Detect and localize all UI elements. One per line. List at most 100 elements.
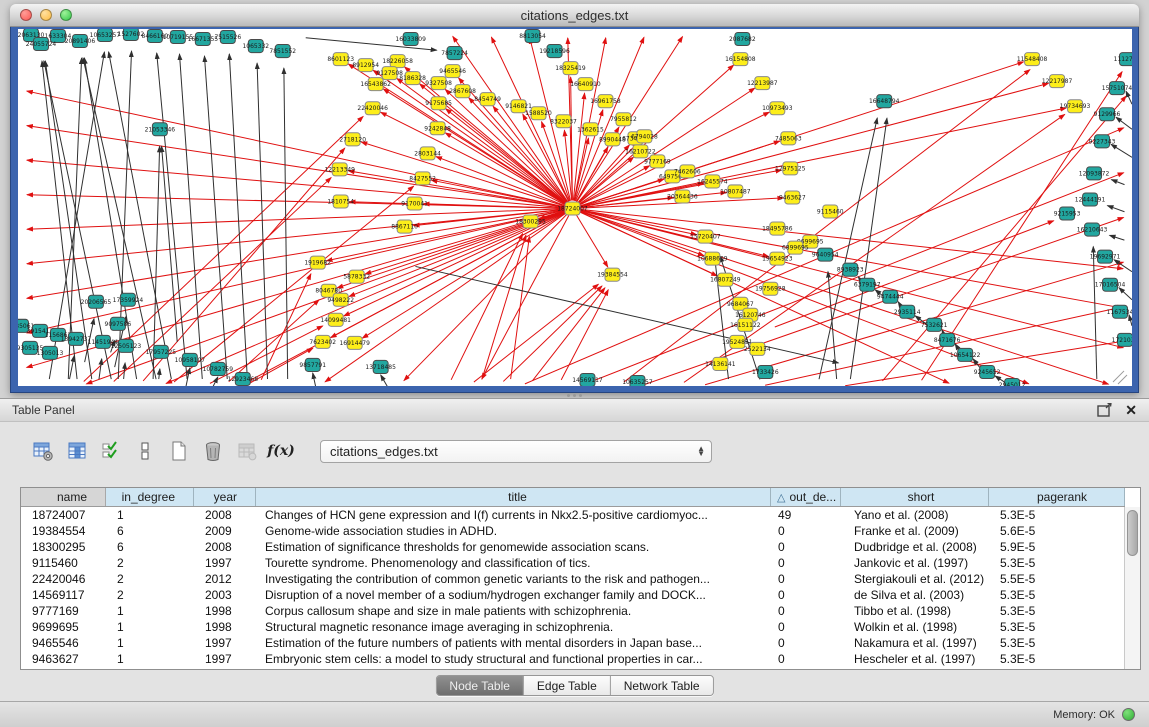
graph-node[interactable]: 8471676: [934, 333, 961, 346]
graph-node[interactable]: 10807487: [720, 185, 751, 198]
trash-icon[interactable]: [200, 438, 226, 464]
graph-node[interactable]: 16033809: [395, 33, 426, 46]
graph-node[interactable]: 20206565: [81, 295, 112, 308]
graph-node[interactable]: 18495786: [762, 222, 793, 235]
graph-node[interactable]: 9474444: [877, 290, 904, 303]
graph-node[interactable]: 12093872: [1079, 167, 1110, 180]
graph-node[interactable]: 10973493: [762, 102, 793, 115]
graph-node[interactable]: 19384554: [597, 268, 628, 281]
table-vertical-scrollbar[interactable]: [1124, 507, 1140, 669]
graph-node[interactable]: 12213349: [324, 163, 355, 176]
graph-node[interactable]: 14136141: [705, 357, 736, 370]
graph-node[interactable]: 16648794: [869, 95, 900, 108]
graph-node[interactable]: 19218596: [539, 45, 570, 58]
memory-ok-indicator[interactable]: [1122, 708, 1135, 721]
graph-node[interactable]: 16154808: [725, 53, 756, 66]
show-columns-icon[interactable]: [64, 438, 90, 464]
column-header-short[interactable]: short: [841, 488, 989, 506]
graph-node[interactable]: 2803144: [414, 147, 441, 160]
graph-node[interactable]: 21053346: [145, 123, 176, 136]
scrollbar-thumb[interactable]: [1127, 510, 1138, 556]
graph-node[interactable]: 7851552: [269, 45, 296, 58]
graph-node[interactable]: 19734693: [1060, 100, 1091, 113]
graph-node[interactable]: 12213987: [747, 77, 778, 90]
tab-node-table[interactable]: Node Table: [436, 676, 524, 695]
graph-node[interactable]: 9097586: [105, 317, 132, 330]
table-row[interactable]: 977716911998Corpus callosum shape and si…: [21, 603, 1125, 619]
graph-node[interactable]: 10654122: [950, 348, 981, 361]
graph-node[interactable]: 8867110: [391, 220, 418, 233]
graph-node[interactable]: 9777169: [644, 155, 671, 168]
graph-node[interactable]: 1527602: [118, 29, 145, 41]
graph-node[interactable]: 9215953: [1054, 207, 1081, 220]
graph-node[interactable]: 12444191: [1075, 193, 1106, 206]
window-titlebar[interactable]: citations_edges.txt: [10, 4, 1139, 27]
graph-node[interactable]: 1721035: [1112, 333, 1132, 346]
graph-node[interactable]: 8601123: [327, 53, 354, 66]
graph-node[interactable]: 9857791: [299, 358, 326, 371]
table-row[interactable]: 1456911722003Disruption of a novel membe…: [21, 587, 1125, 603]
table-row[interactable]: 946554611997Estimation of the future num…: [21, 635, 1125, 651]
row-height-icon[interactable]: [132, 438, 158, 464]
graph-node[interactable]: 12975125: [775, 162, 806, 175]
table-selector-dropdown[interactable]: citations_edges.txt ▲▼: [320, 440, 712, 463]
column-header-name[interactable]: name: [21, 488, 106, 506]
graph-node[interactable]: 16245574: [697, 175, 728, 188]
column-header-title[interactable]: title: [256, 488, 771, 506]
graph-node[interactable]: 9170041: [401, 197, 428, 210]
new-document-icon[interactable]: [166, 438, 192, 464]
close-panel-icon[interactable]: ✕: [1125, 403, 1137, 417]
graph-node[interactable]: 8938923: [837, 263, 864, 276]
table-row[interactable]: 1938455462009Genome-wide association stu…: [21, 523, 1125, 539]
graph-node[interactable]: 2867608: [449, 85, 476, 98]
tab-edge-table[interactable]: Edge Table: [524, 676, 611, 695]
graph-node[interactable]: 15751074: [1102, 82, 1132, 95]
graph-node[interactable]: 9175685: [425, 97, 452, 110]
table-row[interactable]: 946362711997Embryonic stem cells: a mode…: [21, 651, 1125, 667]
network-canvas[interactable]: 2063130163330424055724208914061065325715…: [18, 29, 1132, 386]
graph-node[interactable]: 12217987: [1042, 75, 1073, 88]
tab-network-table[interactable]: Network Table: [611, 676, 713, 695]
table-row[interactable]: 2242004622012Investigating the contribut…: [21, 571, 1125, 587]
canvas-resize-grip[interactable]: [1113, 371, 1127, 384]
select-all-icon[interactable]: [98, 438, 124, 464]
graph-node[interactable]: 1167534: [1107, 305, 1132, 318]
column-header-out-degree[interactable]: △out_de...: [771, 488, 841, 506]
graph-node[interactable]: 13718485: [365, 360, 396, 373]
function-builder-icon[interactable]: f(x): [268, 438, 294, 464]
graph-node[interactable]: 19756928: [755, 282, 786, 295]
graph-node[interactable]: 2945012: [999, 378, 1026, 386]
graph-node[interactable]: 9463627: [779, 191, 806, 204]
graph-node[interactable]: 7485063: [775, 132, 802, 145]
graph-node[interactable]: 7515526: [214, 31, 241, 44]
graph-node[interactable]: 1919682: [304, 256, 331, 269]
graph-node[interactable]: 1065332: [242, 40, 269, 53]
graph-node[interactable]: 8813054: [519, 30, 546, 43]
graph-node[interactable]: 11548408: [1017, 53, 1048, 66]
column-header-in-degree[interactable]: in_degree: [106, 488, 194, 506]
graph-node[interactable]: 15720407: [690, 230, 721, 243]
graph-node[interactable]: 9242848: [424, 122, 451, 135]
graph-node[interactable]: 20364436: [667, 190, 698, 203]
table-settings-icon[interactable]: [30, 438, 56, 464]
table-row[interactable]: 1872400712008Changes of HCN gene express…: [21, 507, 1125, 523]
graph-node[interactable]: 5878332: [343, 270, 370, 283]
graph-node[interactable]: 10635257: [622, 375, 653, 386]
graph-node[interactable]: 2087682: [729, 33, 756, 46]
graph-node[interactable]: 8454749: [474, 93, 501, 106]
graph-node[interactable]: 14569117: [572, 373, 603, 386]
graph-node[interactable]: 9465546: [439, 65, 466, 78]
graph-node[interactable]: 1810754: [327, 195, 354, 208]
graph-node[interactable]: 16914479: [339, 336, 370, 349]
graph-node[interactable]: 22420046: [357, 102, 388, 115]
graph-node[interactable]: 8322037: [550, 115, 577, 128]
graph-node[interactable]: 18325419: [555, 62, 586, 75]
graph-node[interactable]: 16961758: [590, 95, 621, 108]
graph-node[interactable]: 18226058: [382, 55, 413, 68]
citation-network-graph[interactable]: 2063130163330424055724208914061065325715…: [18, 29, 1132, 386]
graph-node[interactable]: 10688609: [697, 252, 728, 265]
column-header-year[interactable]: year: [194, 488, 256, 506]
table-row[interactable]: 911546021997Tourette syndrome. Phenomeno…: [21, 555, 1125, 571]
table-row[interactable]: 1830029562008Estimation of significance …: [21, 539, 1125, 555]
float-panel-icon[interactable]: [1097, 403, 1113, 417]
